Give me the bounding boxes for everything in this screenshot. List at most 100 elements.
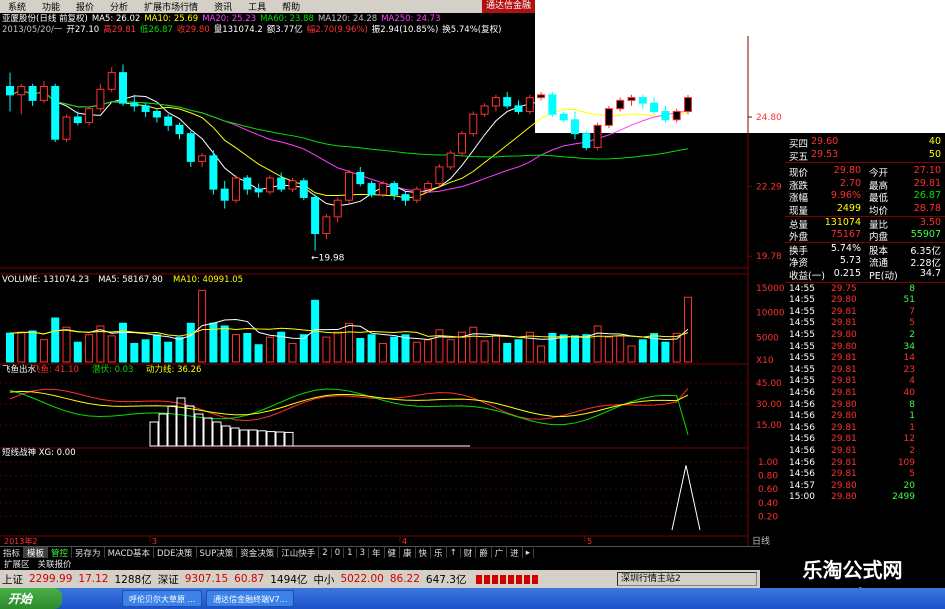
indicator-tab[interactable]: 康: [400, 546, 416, 559]
menu-item[interactable]: 报价: [68, 0, 102, 13]
indicator-block: [176, 397, 186, 447]
candle: [401, 191, 410, 206]
bid-label: 买五: [789, 151, 809, 163]
header-value: MA5: 26.02: [91, 14, 141, 24]
indicator-tab[interactable]: MACD基本: [105, 546, 155, 559]
tick-time: 14:55: [789, 318, 815, 329]
menu-item[interactable]: 功能: [34, 0, 68, 13]
date-tick-label: 4: [402, 537, 407, 546]
indicator-tab[interactable]: 乐: [431, 546, 447, 559]
tick-volume: 12: [903, 434, 915, 445]
chart-header-line2: 2013/05/20/一 开27.10 高29.81 低26.87 收29.80 量131…: [2, 25, 505, 35]
tick-row: 15:00 29.80 2499: [785, 492, 945, 504]
indicator-tab[interactable]: 指标: [0, 546, 25, 559]
tick-row: 14:55 29.80 51: [785, 295, 945, 307]
indicator-tab[interactable]: ↑: [447, 547, 461, 558]
tick-time: 14:55: [789, 330, 815, 340]
indicator-tab[interactable]: 年: [369, 546, 385, 559]
candle: [537, 92, 546, 101]
indicator-tab[interactable]: 财: [461, 546, 477, 559]
indicator-tab[interactable]: 广: [492, 546, 508, 559]
indicator-tab[interactable]: 3: [357, 547, 369, 558]
xg-tick-label: 1.00: [758, 458, 778, 468]
indicator-tab[interactable]: ▸: [523, 547, 535, 558]
indicator-tab[interactable]: 另存为: [72, 546, 105, 559]
tick-volume: 4: [909, 376, 915, 387]
indicator-tab[interactable]: 资金决策: [237, 546, 279, 559]
tick-row: 14:55 29.81 7: [785, 307, 945, 319]
candle: [62, 114, 71, 142]
stat-value: 75167: [830, 229, 861, 241]
header-value: 高29.81: [103, 25, 137, 35]
menu-item[interactable]: 工具: [240, 0, 274, 13]
indicator-block: [221, 425, 231, 447]
volume-bar: [288, 342, 297, 363]
indicator-tab[interactable]: 爵: [476, 546, 492, 559]
tick-price: 29.80: [831, 411, 857, 422]
tick-volume: 2499: [892, 492, 915, 503]
volume-bar: [401, 334, 410, 363]
stat-value: 28.78: [913, 203, 941, 214]
candle: [152, 108, 161, 123]
volume-bar: [661, 341, 670, 363]
extension-tab[interactable]: 扩展区: [0, 558, 34, 570]
indicator-block: [239, 429, 249, 447]
stat-value: 5.74%: [830, 242, 861, 254]
stock-chart[interactable]: 24.80 22.29 19.78 ←19.98 VOLUME: 131074.23 MA…: [0, 36, 785, 546]
menu-bar: 系统 功能 报价 分析 扩展市场行情 资讯 工具 帮助 通达信金融: [0, 0, 535, 13]
menu-item[interactable]: 分析: [102, 0, 136, 13]
tick-row: 14:57 29.80 20: [785, 481, 945, 493]
header-value: 开27.10: [66, 25, 100, 35]
indicator-tab[interactable]: 1: [344, 547, 357, 558]
candle: [650, 97, 659, 115]
menu-item[interactable]: 资讯: [206, 0, 240, 13]
indicator-tab[interactable]: 0: [332, 547, 345, 558]
period-label[interactable]: 日线: [752, 535, 770, 546]
indicator-tab[interactable]: 2: [319, 547, 332, 558]
volume-bar: [322, 336, 331, 363]
indicator-block: [266, 431, 276, 447]
volume-bar: [243, 333, 252, 363]
indicator-tab[interactable]: 健: [385, 546, 401, 559]
taskbar-window-button[interactable]: 呼伦贝尔大草原 ...: [122, 590, 203, 607]
index-value: 1494亿: [270, 573, 308, 586]
extension-tab[interactable]: 关联报价: [34, 558, 76, 570]
indicator-tick-label: 30.00: [756, 400, 782, 410]
volume-bar: [491, 334, 500, 363]
stat-value: 34.7: [919, 268, 941, 279]
indicator-tab[interactable]: 管控: [48, 546, 73, 559]
price-tick-label: 19.78: [756, 252, 782, 262]
volume-header-value: MA10: 40991.05: [173, 275, 243, 285]
candle: [514, 100, 523, 115]
header-value: 幅2.70(9.96%): [306, 25, 368, 35]
candle: [232, 175, 240, 203]
indicator-tick-label: 45.00: [756, 379, 782, 389]
indicator-tab[interactable]: 模板: [24, 546, 49, 559]
taskbar: 开始 呼伦贝尔大草原 ... 通达信金融终端V7...: [0, 588, 945, 609]
header-value: 量131074.2: [213, 25, 263, 35]
stat-row: 现价 29.80 今开 27.10: [785, 165, 945, 179]
tick-volume: 1: [909, 411, 915, 422]
tick-price: 29.80: [831, 492, 857, 503]
candle: [164, 114, 173, 131]
indicator-tab[interactable]: DDE决策: [154, 546, 197, 559]
menu-item[interactable]: 帮助: [274, 0, 308, 13]
candle: [85, 105, 94, 126]
bid-volume: 40: [928, 136, 941, 147]
date-tick-label: 3: [152, 537, 157, 546]
candle: [469, 111, 478, 137]
start-button[interactable]: 开始: [0, 588, 62, 609]
stat-value: 29.80: [833, 165, 861, 177]
index-value: 中小: [313, 573, 335, 586]
menu-item[interactable]: 系统: [0, 0, 34, 13]
status-dot-icon: [532, 574, 539, 584]
status-dot-icon: [508, 574, 515, 584]
indicator-tab[interactable]: 进: [507, 546, 523, 559]
menu-item[interactable]: 扩展市场行情: [136, 0, 206, 13]
candle: [198, 153, 207, 167]
candle: [209, 150, 218, 195]
indicator-tab[interactable]: SUP决策: [197, 546, 238, 559]
taskbar-window-button[interactable]: 通达信金融终端V7...: [206, 590, 295, 607]
indicator-tab[interactable]: 快: [416, 546, 432, 559]
indicator-tab[interactable]: 江山快手: [278, 546, 320, 559]
